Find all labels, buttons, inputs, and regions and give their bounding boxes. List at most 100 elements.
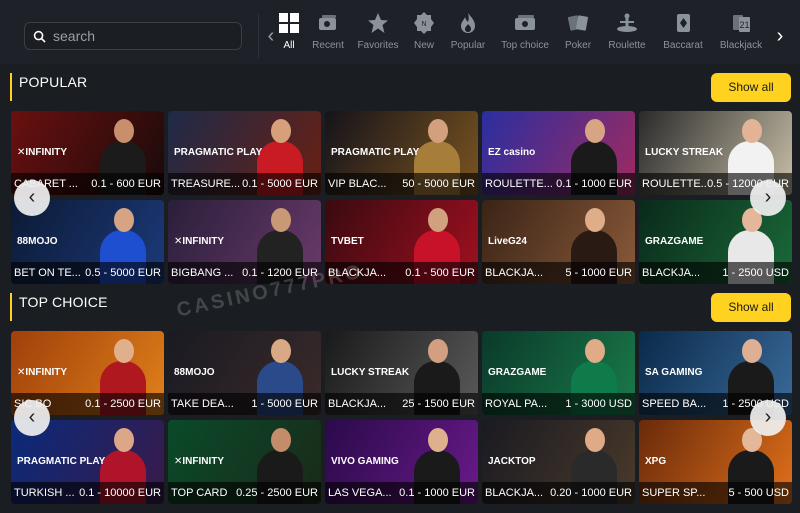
game-tile[interactable]: ✕INFINITY BIGBANG ... 0.1 - 1200 EUR	[168, 200, 321, 284]
bet-range: 25 - 1500 EUR	[402, 398, 475, 410]
game-tile[interactable]: VIVO GAMING LAS VEGA... 0.1 - 1000 EUR	[325, 420, 478, 504]
baccarat-icon	[672, 12, 694, 34]
provider-logo: TVBET	[331, 236, 364, 247]
category-label: Recent	[312, 40, 344, 51]
carousel-prev-popular-button[interactable]: ‹	[14, 180, 50, 216]
game-name: VIP BLAC...	[328, 178, 387, 190]
grid-icon	[278, 12, 300, 34]
provider-logo: VIVO GAMING	[331, 456, 399, 467]
game-tile[interactable]: LiveG24 BLACKJA... 5 - 1000 EUR	[482, 200, 635, 284]
game-caption: TAKE DEA... 1 - 5000 EUR	[168, 393, 321, 415]
provider-logo: ✕INFINITY	[17, 147, 68, 158]
game-caption: VIP BLAC... 50 - 5000 EUR	[325, 173, 478, 195]
provider-logo: PRAGMATIC PLAY	[331, 147, 420, 158]
category-tab-all[interactable]: All	[276, 12, 302, 60]
bet-range: 0.1 - 2500 EUR	[85, 398, 161, 410]
provider-logo: EZ casino	[488, 147, 536, 158]
carousel-prev-top-choice-button[interactable]: ‹	[14, 400, 50, 436]
bet-range: 0.1 - 5000 EUR	[242, 178, 318, 190]
category-label: Roulette	[608, 40, 646, 51]
provider-logo: GRAZGAME	[488, 367, 547, 378]
search-box[interactable]	[24, 22, 242, 50]
divider	[258, 14, 259, 58]
game-tile[interactable]: JACKTOP BLACKJA... 0.20 - 1000 EUR	[482, 420, 635, 504]
game-name: TURKISH ...	[14, 487, 75, 499]
provider-logo: ✕INFINITY	[174, 236, 225, 247]
game-name: BLACKJA...	[485, 487, 544, 499]
game-tile[interactable]: LUCKY STREAK BLACKJA... 25 - 1500 EUR	[325, 331, 478, 415]
bet-range: 1 - 2500 USD	[722, 267, 789, 279]
bet-range: 0.1 - 10000 EUR	[79, 487, 161, 499]
section-title-popular: POPULAR	[10, 73, 87, 101]
show-all-popular-button[interactable]: Show all	[711, 73, 791, 102]
game-tile[interactable]: 88MOJO TAKE DEA... 1 - 5000 EUR	[168, 331, 321, 415]
category-label: Blackjack	[719, 40, 763, 51]
carousel-next-popular-button[interactable]: ›	[750, 180, 786, 216]
money-icon	[514, 12, 536, 34]
chevron-right-icon[interactable]: ›	[772, 24, 788, 48]
game-tile[interactable]: PRAGMATIC PLAY TREASURE... 0.1 - 5000 EUR	[168, 111, 321, 195]
category-nav: All Recent Favorites N New Popular Top choice P…	[276, 12, 770, 60]
game-name: SUPER SP...	[642, 487, 706, 499]
category-tab-poker[interactable]: Poker	[560, 12, 596, 60]
game-name: BLACKJA...	[485, 267, 544, 279]
category-label: Top choice	[501, 40, 549, 51]
game-name: ROULETTE...	[485, 178, 553, 190]
provider-logo: GRAZGAME	[645, 236, 704, 247]
search-input[interactable]	[53, 28, 233, 44]
game-caption: BLACKJA... 25 - 1500 EUR	[325, 393, 478, 415]
category-tab-favorites[interactable]: Favorites	[354, 12, 402, 60]
category-tab-new[interactable]: N New	[408, 12, 440, 60]
category-tab-recent[interactable]: Recent	[308, 12, 348, 60]
carousel-next-top-choice-button[interactable]: ›	[750, 400, 786, 436]
provider-logo: 88MOJO	[17, 236, 58, 247]
category-tab-blackjack[interactable]: 21 Blackjack	[714, 12, 768, 60]
cards-icon	[567, 12, 589, 34]
category-label: Popular	[450, 40, 486, 51]
bet-range: 5 - 500 USD	[728, 487, 789, 499]
game-caption: TOP CARD 0.25 - 2500 EUR	[168, 482, 321, 504]
game-caption: BET ON TE... 0.5 - 5000 EUR	[11, 262, 164, 284]
category-label: All	[283, 40, 295, 51]
provider-logo: JACKTOP	[488, 456, 536, 467]
provider-logo: LUCKY STREAK	[645, 147, 724, 158]
category-label: Baccarat	[663, 40, 703, 51]
svg-text:21: 21	[739, 20, 749, 30]
game-caption: ROYAL PA... 1 - 3000 USD	[482, 393, 635, 415]
game-name: ROULETTE...	[642, 178, 708, 190]
show-all-top-choice-button[interactable]: Show all	[711, 293, 791, 322]
bet-range: 0.1 - 1000 EUR	[556, 178, 632, 190]
provider-logo: ✕INFINITY	[17, 367, 68, 378]
category-tab-popular[interactable]: Popular	[446, 12, 490, 60]
category-tab-top-choice[interactable]: Top choice	[496, 12, 554, 60]
game-name: BLACKJA...	[642, 267, 701, 279]
bet-range: 5 - 1000 EUR	[565, 267, 632, 279]
provider-logo: SA GAMING	[645, 367, 703, 378]
game-name: LAS VEGA...	[328, 487, 392, 499]
provider-logo: LiveG24	[488, 236, 527, 247]
game-caption: LAS VEGA... 0.1 - 1000 EUR	[325, 482, 478, 504]
game-caption: BLACKJA... 1 - 2500 USD	[639, 262, 792, 284]
bet-range: 0.5 - 5000 EUR	[85, 267, 161, 279]
bet-range: 0.25 - 2500 EUR	[236, 487, 318, 499]
game-name: TAKE DEA...	[171, 398, 234, 410]
category-tab-roulette[interactable]: Roulette	[602, 12, 652, 60]
game-name: ROYAL PA...	[485, 398, 548, 410]
bet-range: 1 - 3000 USD	[565, 398, 632, 410]
game-name: BLACKJA...	[328, 398, 387, 410]
bet-range: 0.1 - 600 EUR	[91, 178, 161, 190]
category-label: New	[413, 40, 434, 51]
game-name: BET ON TE...	[14, 267, 81, 279]
game-tile[interactable]: EZ casino ROULETTE... 0.1 - 1000 EUR	[482, 111, 635, 195]
svg-text:N: N	[421, 21, 426, 28]
top-bar: ‹ AllRecentFavoritesNNewPopularTop choic…	[0, 0, 800, 64]
provider-logo: ✕INFINITY	[174, 456, 225, 467]
game-tile[interactable]: GRAZGAME ROYAL PA... 1 - 3000 USD	[482, 331, 635, 415]
game-tile[interactable]: ✕INFINITY TOP CARD 0.25 - 2500 EUR	[168, 420, 321, 504]
star-icon	[367, 12, 389, 34]
category-tab-baccarat[interactable]: Baccarat	[658, 12, 708, 60]
game-tile[interactable]: PRAGMATIC PLAY VIP BLAC... 50 - 5000 EUR	[325, 111, 478, 195]
game-name: SPEED BA...	[642, 398, 707, 410]
section-title-top-choice: TOP CHOICE	[10, 293, 108, 321]
provider-logo: LUCKY STREAK	[331, 367, 410, 378]
